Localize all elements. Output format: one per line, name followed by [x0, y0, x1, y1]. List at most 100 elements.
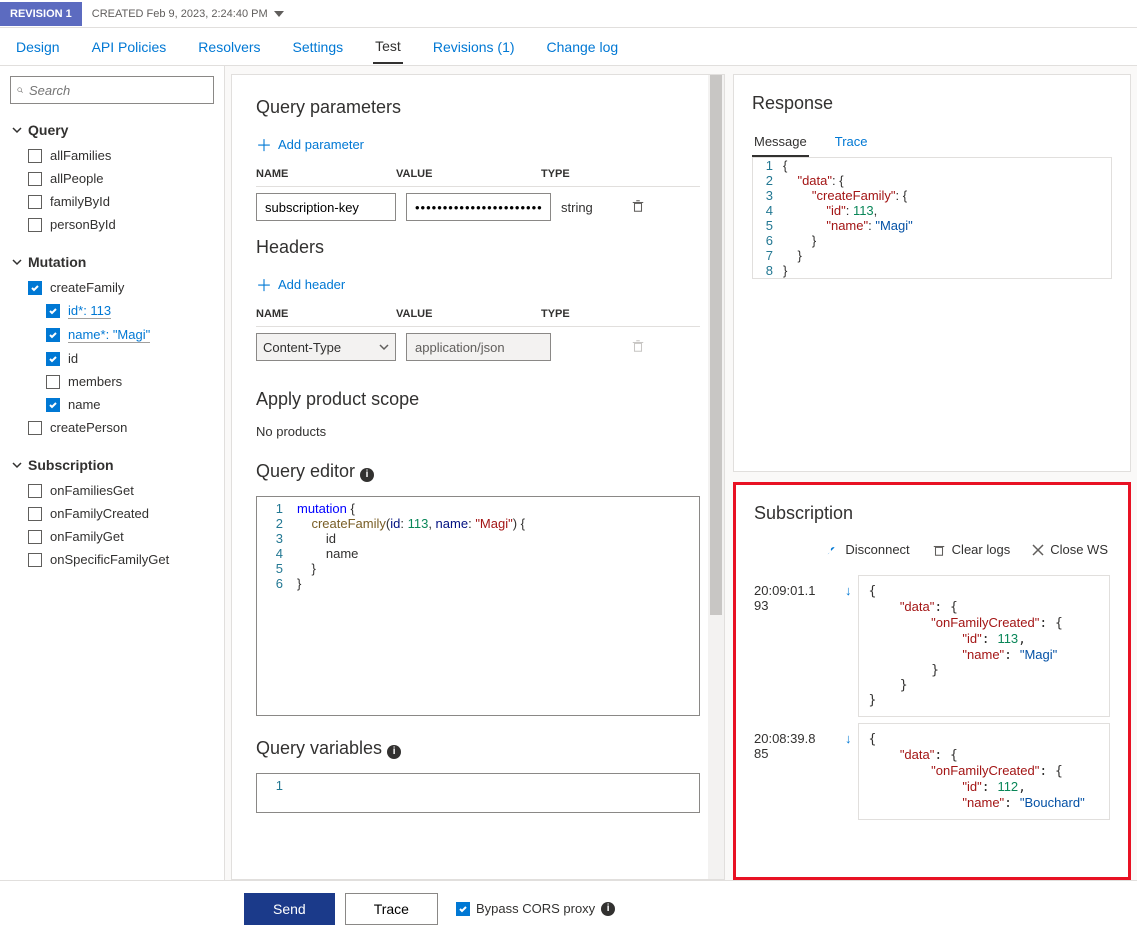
checkbox[interactable] — [456, 902, 470, 916]
search-icon — [17, 83, 23, 97]
arg-id[interactable]: id*: 113 — [10, 299, 214, 323]
sub-onfamilyget[interactable]: onFamilyGet — [10, 525, 214, 548]
section-mutation-title: Mutation — [28, 254, 86, 270]
headers-title: Headers — [256, 237, 700, 258]
trash-icon[interactable] — [631, 199, 645, 216]
chevron-down-icon — [274, 11, 284, 17]
search-box[interactable] — [10, 76, 214, 104]
arrow-down-icon: ↓ — [845, 723, 852, 820]
tab-resolvers[interactable]: Resolvers — [196, 31, 262, 63]
checkbox[interactable] — [46, 398, 60, 412]
arg-name[interactable]: name*: "Magi" — [10, 323, 214, 347]
param-type: string — [561, 200, 621, 215]
bypass-label: Bypass CORS proxy — [476, 901, 595, 916]
checkbox[interactable] — [46, 352, 60, 366]
label: createFamily — [50, 280, 124, 295]
header-name-select[interactable]: Content-Type — [256, 333, 396, 361]
close-ws-button[interactable]: Close WS — [1032, 542, 1108, 557]
sidebar: Query allFamilies allPeople familyById p… — [0, 66, 225, 880]
checkbox[interactable] — [28, 553, 42, 567]
log-entry-1: 20:09:01.193 ↓ { "data": { "onFamilyCrea… — [754, 575, 1110, 717]
info-icon[interactable]: i — [601, 902, 615, 916]
response-tab-trace[interactable]: Trace — [833, 128, 870, 157]
arrow-down-icon: ↓ — [845, 575, 852, 717]
add-header[interactable]: ＋Add header — [256, 272, 345, 296]
scrollbar[interactable] — [708, 75, 724, 879]
param-name-input[interactable] — [256, 193, 396, 221]
tab-test[interactable]: Test — [373, 30, 403, 64]
variables-editor[interactable]: 1 — [256, 773, 700, 813]
send-button[interactable]: Send — [244, 893, 335, 925]
section-query[interactable]: Query — [12, 122, 214, 138]
col-name: NAME — [256, 308, 396, 320]
query-allpeople[interactable]: allPeople — [10, 167, 214, 190]
checkbox[interactable] — [28, 195, 42, 209]
section-query-title: Query — [28, 122, 68, 138]
checkbox[interactable] — [28, 149, 42, 163]
info-icon[interactable]: i — [387, 745, 401, 759]
log-body[interactable]: { "data": { "onFamilyCreated": { "id": 1… — [858, 723, 1111, 820]
section-mutation[interactable]: Mutation — [12, 254, 214, 270]
trash-icon — [932, 543, 946, 557]
scope-title: Apply product scope — [256, 389, 700, 410]
revision-bar: REVISION 1 CREATED Feb 9, 2023, 2:24:40 … — [0, 0, 1137, 28]
header-value-input[interactable] — [406, 333, 551, 361]
tab-api-policies[interactable]: API Policies — [90, 31, 169, 63]
checkbox[interactable] — [28, 281, 42, 295]
checkbox[interactable] — [28, 484, 42, 498]
checkbox[interactable] — [46, 375, 60, 389]
label: personById — [50, 217, 116, 232]
response-panel: Response Message Trace 1{ 2 "data": { 3 … — [733, 74, 1131, 472]
checkbox[interactable] — [28, 218, 42, 232]
trash-icon[interactable] — [631, 339, 645, 356]
checkbox[interactable] — [28, 530, 42, 544]
log-entry-2: 20:08:39.885 ↓ { "data": { "onFamilyCrea… — [754, 723, 1110, 820]
response-tab-message[interactable]: Message — [752, 128, 809, 157]
checkbox[interactable] — [28, 507, 42, 521]
response-body[interactable]: 1{ 2 "data": { 3 "createFamily": { 4 "id… — [752, 158, 1112, 279]
label: name — [68, 397, 101, 412]
bypass-cors-checkbox[interactable]: Bypass CORS proxy i — [456, 901, 615, 916]
query-familybyid[interactable]: familyById — [10, 190, 214, 213]
revision-created[interactable]: CREATED Feb 9, 2023, 2:24:40 PM — [82, 8, 294, 20]
disconnect-button[interactable]: Disconnect — [825, 542, 909, 557]
sub-onfamiliesget[interactable]: onFamiliesGet — [10, 479, 214, 502]
sub-onfamilycreated[interactable]: onFamilyCreated — [10, 502, 214, 525]
label: allPeople — [50, 171, 104, 186]
checkbox[interactable] — [46, 328, 60, 342]
query-editor[interactable]: 1mutation { 2 createFamily(id: 113, name… — [256, 496, 700, 716]
checkbox[interactable] — [46, 304, 60, 318]
search-input[interactable] — [29, 83, 207, 98]
clear-logs-button[interactable]: Clear logs — [932, 542, 1011, 557]
query-personbyid[interactable]: personById — [10, 213, 214, 236]
section-subscription[interactable]: Subscription — [12, 457, 214, 473]
tab-settings[interactable]: Settings — [291, 31, 346, 63]
content-area: Query parameters ＋Add parameter NAME VAL… — [225, 66, 1137, 880]
tab-change-log[interactable]: Change log — [545, 31, 621, 63]
arg-name-link[interactable]: name*: "Magi" — [68, 327, 150, 343]
response-tabs: Message Trace — [752, 128, 1112, 158]
tab-design[interactable]: Design — [14, 31, 62, 63]
add-parameter[interactable]: ＋Add parameter — [256, 132, 364, 156]
scope-none: No products — [256, 424, 700, 439]
col-name: NAME — [256, 168, 396, 180]
checkbox[interactable] — [28, 421, 42, 435]
query-allfamilies[interactable]: allFamilies — [10, 144, 214, 167]
scrollbar-thumb[interactable] — [710, 75, 722, 615]
field-id[interactable]: id — [10, 347, 214, 370]
checkbox[interactable] — [28, 172, 42, 186]
field-members[interactable]: members — [10, 370, 214, 393]
param-value-input[interactable] — [406, 193, 551, 221]
sub-onspecificfamilyget[interactable]: onSpecificFamilyGet — [10, 548, 214, 571]
trace-button[interactable]: Trace — [345, 893, 438, 925]
mutation-createperson[interactable]: createPerson — [10, 416, 214, 439]
mutation-createfamily[interactable]: createFamily — [10, 276, 214, 299]
field-name[interactable]: name — [10, 393, 214, 416]
info-icon[interactable]: i — [360, 468, 374, 482]
tab-revisions[interactable]: Revisions (1) — [431, 31, 517, 63]
chevron-down-icon — [12, 257, 22, 267]
params-header: NAME VALUE TYPE — [256, 162, 700, 187]
log-body[interactable]: { "data": { "onFamilyCreated": { "id": 1… — [858, 575, 1111, 717]
chevron-down-icon — [379, 342, 389, 352]
arg-id-link[interactable]: id*: 113 — [68, 303, 111, 319]
